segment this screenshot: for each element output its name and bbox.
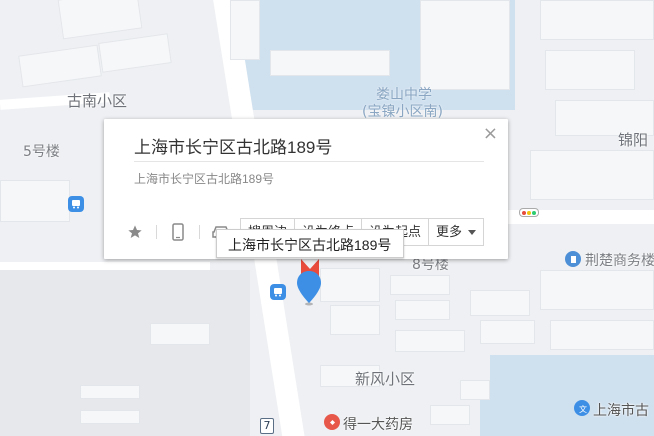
phone-icon[interactable] [167, 221, 189, 243]
location-marker-icon[interactable] [296, 270, 322, 310]
road-left [0, 262, 210, 270]
map-label-gunan[interactable]: 古南小区 [67, 90, 127, 111]
map-label-building5[interactable]: 5号楼 [23, 141, 60, 161]
chevron-down-icon [468, 230, 477, 236]
bus-stop-icon[interactable] [68, 196, 84, 212]
star-icon[interactable] [124, 221, 146, 243]
svg-text:文: 文 [579, 404, 587, 413]
building [430, 405, 470, 425]
map-label-shanghai-edge[interactable]: 上海市古 [593, 400, 649, 420]
water-area-lower [490, 355, 654, 436]
building [460, 380, 490, 400]
building [230, 0, 260, 60]
building [470, 290, 530, 316]
building [545, 50, 635, 90]
road-shield-icon: 7 [260, 418, 274, 434]
building [150, 323, 210, 345]
culture-poi-icon[interactable]: 文 [574, 400, 590, 416]
building [18, 44, 102, 88]
building [395, 300, 450, 320]
building [395, 330, 465, 352]
divider [199, 225, 200, 239]
pharmacy-icon[interactable] [324, 414, 340, 430]
popup-address: 上海市长宁区古北路189号 [134, 172, 275, 186]
address-tooltip: 上海市长宁区古北路189号 [216, 229, 404, 258]
building [0, 180, 70, 222]
water-area-strip [480, 395, 510, 436]
building [530, 150, 654, 200]
map-label-loushan-sub[interactable]: (宝镍小区南) [362, 101, 443, 121]
map-label-jinyang[interactable]: 锦阳 [618, 129, 648, 150]
divider [156, 225, 157, 239]
traffic-light-icon [519, 208, 539, 217]
building [270, 50, 390, 76]
map-label-jingchu[interactable]: 荆楚商务楼 [585, 250, 654, 270]
building [550, 320, 654, 350]
more-label: 更多 [436, 224, 463, 239]
popup-title: 上海市长宁区古北路189号 [134, 138, 333, 157]
divider [134, 161, 484, 162]
building-poi-icon[interactable] [565, 251, 581, 267]
building [80, 410, 140, 424]
building [80, 385, 140, 399]
more-button[interactable]: 更多 [429, 219, 483, 245]
building [320, 268, 380, 302]
map-label-xinfeng[interactable]: 新风小区 [355, 368, 415, 389]
building [390, 275, 450, 295]
building [98, 33, 172, 73]
map-label-deyida[interactable]: 得一大药房 [343, 414, 413, 434]
close-icon[interactable]: × [483, 125, 498, 143]
building [330, 305, 380, 335]
building [540, 270, 654, 310]
bus-stop-icon[interactable] [270, 284, 286, 300]
building [480, 320, 535, 344]
building [57, 0, 143, 40]
tooltip-text: 上海市长宁区古北路189号 [228, 237, 392, 253]
map-canvas[interactable]: 古南小区 5号楼 娄山中学 (宝镍小区南) 锦阳 8号楼 新风小区 荆楚商务楼 … [0, 0, 654, 436]
building [540, 0, 654, 40]
building [420, 0, 510, 90]
